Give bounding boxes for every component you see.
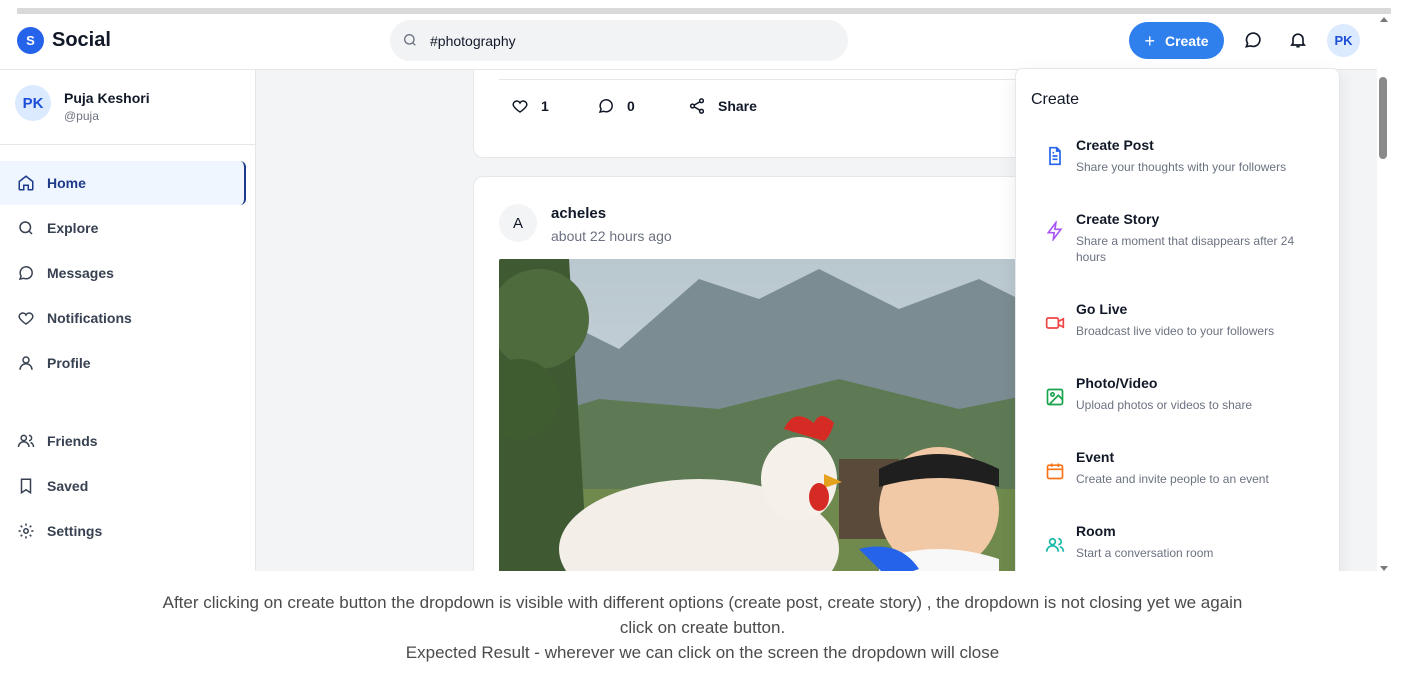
option-title: Photo/Video [1076,375,1158,391]
app-name[interactable]: Social [52,29,111,52]
post-author[interactable]: acheles [551,205,606,222]
sidebar-item-settings[interactable]: Settings [0,509,246,553]
divider [499,79,1029,80]
scroll-up-arrow-icon[interactable] [1379,14,1389,24]
sidebar-item-saved[interactable]: Saved [0,464,246,508]
heart-icon [18,312,34,325]
document-icon [1049,146,1061,166]
caption-line: After clicking on create button the drop… [162,593,1243,612]
profile-name: Puja Keshori [64,90,150,106]
sidebar-item-label: Home [47,175,86,191]
option-title: Room [1076,523,1116,539]
message-icon[interactable] [1243,30,1263,50]
post-card: A acheles about 22 hours ago [473,176,1059,571]
sidebar-item-label: Messages [47,265,114,281]
sidebar: PK Puja Keshori @puja Home Explore Messa… [0,70,256,571]
lightning-icon [1046,221,1063,241]
option-description: Share a moment that disappears after 24 … [1076,234,1295,264]
share-icon [689,98,705,114]
user-avatar[interactable]: PK [1327,24,1360,57]
sidebar-item-friends[interactable]: Friends [0,419,246,463]
sidebar-item-profile[interactable]: Profile [0,341,246,385]
create-button-label: Create [1164,32,1209,49]
sidebar-item-notifications[interactable]: Notifications [0,296,246,340]
option-title: Create Story [1076,211,1160,227]
image-icon [1046,388,1064,406]
users-icon [1045,537,1065,552]
plus-icon: + [1144,30,1155,51]
caption-line: click on create button. [619,618,786,637]
share-label: Share [718,98,757,114]
author-avatar[interactable]: A [499,204,537,242]
sidebar-item-messages[interactable]: Messages [0,251,246,295]
caption-line: Expected Result - wherever we can click … [405,643,1000,662]
create-story-option[interactable]: Create Story Share a moment that disappe… [1016,209,1339,289]
bell-icon[interactable] [1288,30,1308,50]
search-icon [19,221,33,235]
option-description: Start a conversation room [1076,546,1214,560]
like-count: 1 [541,98,549,114]
sidebar-item-label: Profile [47,355,91,371]
create-button[interactable]: + Create [1129,22,1224,59]
post-timestamp: about 22 hours ago [551,228,672,244]
create-post-option[interactable]: Create Post Share your thoughts with you… [1016,135,1339,205]
sidebar-item-label: Notifications [47,310,132,326]
users-icon [17,434,35,448]
like-button[interactable]: 1 [511,97,549,115]
scrollbar-thumb[interactable] [1379,77,1387,159]
sidebar-item-label: Friends [47,433,98,449]
home-icon [18,175,34,191]
app-logo[interactable]: S [17,27,44,54]
comment-count: 0 [627,98,635,114]
share-button[interactable]: Share [688,97,757,115]
room-option[interactable]: Room Start a conversation room [1016,521,1339,571]
sidebar-item-explore[interactable]: Explore [0,206,246,250]
sidebar-item-label: Settings [47,523,103,539]
search-bar[interactable] [390,20,848,61]
photo-video-option[interactable]: Photo/Video Upload photos or videos to s… [1016,373,1339,439]
top-header: S Social + Create PK [0,14,1377,70]
message-icon [598,99,613,114]
message-icon [18,266,33,281]
post-image[interactable] [499,259,1059,571]
option-description: Share your thoughts with your followers [1076,160,1287,174]
video-icon [1045,317,1065,329]
bug-description: After clicking on create button the drop… [0,590,1405,665]
go-live-option[interactable]: Go Live Broadcast live video to your fol… [1016,299,1339,365]
option-title: Create Post [1076,137,1154,153]
search-input[interactable] [430,30,830,51]
user-icon [19,356,33,370]
option-description: Upload photos or videos to share [1076,398,1253,412]
option-title: Event [1076,449,1115,465]
sidebar-item-label: Saved [47,478,89,494]
sidebar-item-home[interactable]: Home [0,161,246,205]
bookmark-icon [20,478,32,495]
search-icon [404,34,416,46]
gear-icon [18,523,34,539]
calendar-icon [1046,463,1064,480]
comment-button[interactable]: 0 [597,97,635,115]
dropdown-title: Create [1031,91,1080,108]
event-option[interactable]: Event Create and invite people to an eve… [1016,447,1339,513]
option-description: Broadcast live video to your followers [1076,324,1275,338]
option-title: Go Live [1076,301,1128,317]
sidebar-item-label: Explore [47,220,99,236]
create-dropdown: Create Create Post Share your thoughts w… [1015,68,1340,571]
app-window: 1 0 Share A acheles about 22 hours ago S… [0,14,1377,571]
avatar: PK [15,85,51,121]
profile-card[interactable]: PK Puja Keshori @puja [0,70,255,145]
profile-handle: @puja [64,109,99,123]
scroll-down-arrow-icon[interactable] [1379,564,1389,572]
option-description: Create and invite people to an event [1076,472,1269,486]
heart-icon [512,100,528,113]
